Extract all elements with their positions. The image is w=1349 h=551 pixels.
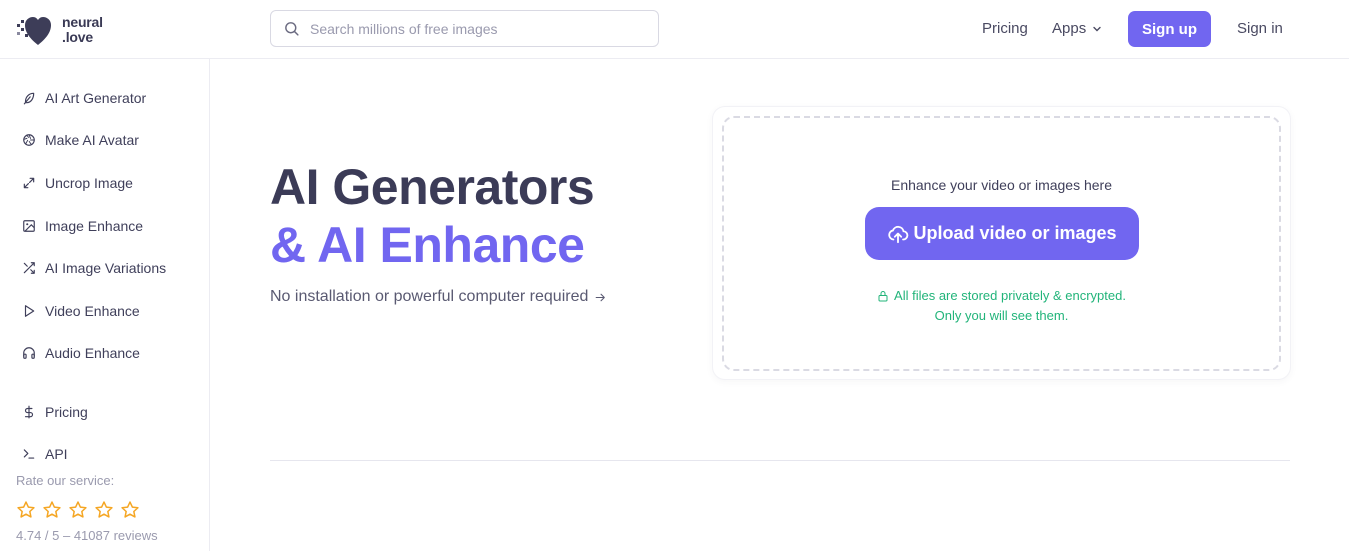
star-icon[interactable] bbox=[68, 500, 88, 520]
section-divider bbox=[270, 460, 1290, 461]
upload-dropzone[interactable]: Enhance your video or images here Upload… bbox=[722, 116, 1281, 371]
security-note: All files are stored privately & encrypt… bbox=[724, 286, 1279, 326]
hero-subtitle-link[interactable]: No installation or powerful computer req… bbox=[270, 288, 607, 306]
star-icon[interactable] bbox=[120, 500, 140, 520]
shuffle-icon bbox=[23, 262, 35, 274]
heart-logo-icon bbox=[17, 17, 51, 45]
search-icon bbox=[285, 22, 299, 36]
hero-subtitle: No installation or powerful computer req… bbox=[270, 288, 589, 305]
sidebar-item-label: Image Enhance bbox=[45, 218, 144, 234]
search-input[interactable] bbox=[310, 20, 640, 37]
sidebar-item-make-ai-avatar[interactable]: Make AI Avatar bbox=[22, 132, 139, 148]
image-icon bbox=[23, 220, 35, 232]
sidebar-item-label: Audio Enhance bbox=[45, 345, 140, 361]
sidebar: AI Art Generator Make AI Avatar Uncrop I… bbox=[0, 59, 210, 551]
page-title: AI Generators & AI Enhance bbox=[270, 158, 595, 274]
star-icon[interactable] bbox=[42, 500, 62, 520]
sidebar-item-label: Video Enhance bbox=[45, 303, 140, 319]
upload-button-label: Upload video or images bbox=[913, 223, 1117, 243]
nav-apps-label: Apps bbox=[1052, 20, 1087, 37]
signup-button[interactable]: Sign up bbox=[1128, 11, 1211, 47]
title-line-1: AI Generators bbox=[270, 159, 595, 215]
upload-card: Enhance your video or images here Upload… bbox=[713, 107, 1290, 379]
nav-apps-dropdown[interactable]: Apps bbox=[1052, 20, 1102, 37]
sidebar-item-ai-art-generator[interactable]: AI Art Generator bbox=[22, 90, 146, 106]
sidebar-item-image-enhance[interactable]: Image Enhance bbox=[22, 218, 143, 234]
signin-link[interactable]: Sign in bbox=[1237, 20, 1283, 37]
sidebar-item-label: AI Art Generator bbox=[45, 90, 147, 106]
star-rating[interactable] bbox=[16, 500, 140, 520]
sidebar-item-video-enhance[interactable]: Video Enhance bbox=[22, 303, 140, 319]
play-icon bbox=[24, 305, 35, 317]
cloud-upload-icon bbox=[888, 225, 909, 243]
sidebar-item-label: AI Image Variations bbox=[45, 260, 167, 276]
sidebar-item-label: Make AI Avatar bbox=[45, 132, 139, 148]
lock-icon bbox=[878, 291, 888, 302]
sidebar-item-api[interactable]: API bbox=[22, 446, 68, 462]
dollar-icon bbox=[24, 405, 34, 419]
search-box[interactable] bbox=[270, 10, 659, 47]
chevron-down-icon bbox=[1093, 26, 1101, 31]
sidebar-item-pricing[interactable]: Pricing bbox=[22, 404, 88, 420]
logo-text: neural .love bbox=[62, 15, 103, 45]
expand-icon bbox=[23, 177, 35, 189]
sidebar-item-audio-enhance[interactable]: Audio Enhance bbox=[22, 345, 140, 361]
brand-logo[interactable]: neural .love bbox=[16, 12, 103, 48]
sidebar-item-label: Pricing bbox=[45, 404, 88, 420]
security-line-2: Only you will see them. bbox=[934, 308, 1069, 323]
upload-title: Enhance your video or images here bbox=[890, 177, 1113, 193]
logo-line-2: .love bbox=[62, 29, 93, 45]
sidebar-item-uncrop-image[interactable]: Uncrop Image bbox=[22, 175, 133, 191]
star-icon[interactable] bbox=[16, 500, 36, 520]
headphones-icon bbox=[23, 347, 35, 359]
upload-button[interactable]: Upload video or images bbox=[865, 207, 1139, 260]
aperture-icon bbox=[23, 134, 35, 146]
feather-icon bbox=[23, 92, 35, 105]
sidebar-item-label: API bbox=[45, 446, 68, 462]
rating-summary: 4.74 / 5 – 41087 reviews bbox=[16, 528, 158, 543]
logo-line-1: neural bbox=[62, 14, 103, 30]
title-line-2: & AI Enhance bbox=[270, 217, 585, 273]
nav-pricing-link[interactable]: Pricing bbox=[982, 20, 1028, 37]
terminal-icon bbox=[23, 449, 35, 459]
rate-label: Rate our service: bbox=[16, 473, 115, 488]
top-header: neural .love Pricing Apps Sign up Sign i… bbox=[0, 0, 1349, 59]
sidebar-item-label: Uncrop Image bbox=[45, 175, 133, 191]
sidebar-item-ai-image-variations[interactable]: AI Image Variations bbox=[22, 260, 166, 276]
arrow-right-icon bbox=[596, 293, 606, 301]
security-line-1: All files are stored privately & encrypt… bbox=[894, 288, 1126, 303]
star-icon[interactable] bbox=[94, 500, 114, 520]
